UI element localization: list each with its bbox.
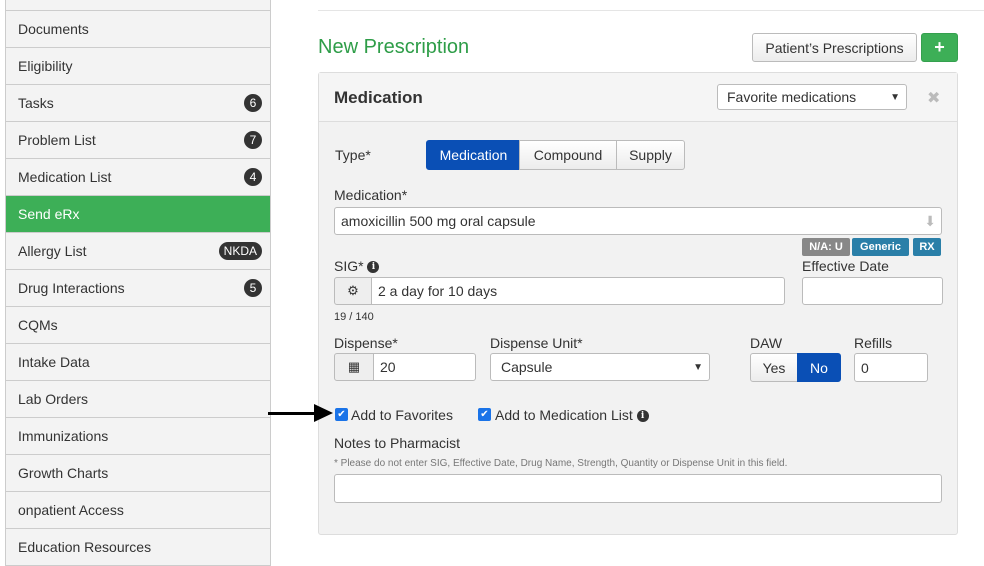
type-medication-button[interactable]: Medication — [426, 140, 521, 170]
sidebar-item-label: Documents — [18, 21, 89, 37]
sidebar-item-label: Immunizations — [18, 428, 109, 444]
refills-label: Refills — [854, 335, 893, 351]
type-compound-button[interactable]: Compound — [519, 140, 617, 170]
sidebar-item[interactable]: Immunizations — [6, 418, 270, 455]
sidebar-item[interactable]: Medication List 4 — [6, 159, 270, 196]
refills-input[interactable]: 0 — [854, 353, 928, 382]
tag-generic: Generic — [852, 238, 909, 256]
count-badge: 5 — [244, 279, 262, 297]
add-prescription-button[interactable]: + — [921, 33, 958, 62]
favorite-medications-select[interactable]: Favorite medications ▼ — [717, 84, 907, 110]
daw-yes-button[interactable]: Yes — [750, 353, 798, 382]
add-favorites-checkbox[interactable]: ✔ — [335, 408, 348, 421]
daw-no-button[interactable]: No — [797, 353, 841, 382]
gear-icon[interactable]: ⚙ — [334, 277, 372, 305]
sidebar-item[interactable]: Education Resources — [6, 529, 270, 566]
sidebar-item-label: Tasks — [18, 95, 54, 111]
sidebar-item[interactable]: Documents — [6, 11, 270, 48]
sidebar-item-label: Drug Interactions — [18, 280, 125, 296]
medication-input[interactable]: amoxicillin 500 mg oral capsule ⬇ — [334, 207, 942, 235]
dispense-unit-value: Capsule — [501, 359, 553, 375]
sidebar-item-label: Lab Orders — [18, 391, 89, 407]
sidebar-item-label: Growth Charts — [18, 465, 109, 481]
tag-rx: RX — [913, 238, 941, 256]
add-favorites-label[interactable]: Add to Favorites — [351, 407, 453, 423]
sig-input[interactable]: 2 a day for 10 days — [371, 277, 785, 305]
dispense-unit-label: Dispense Unit* — [490, 335, 583, 351]
sig-label-text: SIG* — [334, 258, 364, 274]
sidebar-item[interactable]: Send eRx — [6, 196, 270, 233]
sidebar-item-label: Problem List — [18, 132, 96, 148]
sidebar-item[interactable]: Tasks 6 — [6, 85, 270, 122]
daw-label: DAW — [750, 335, 783, 351]
add-medication-list-checkbox[interactable]: ✔ — [478, 408, 491, 421]
sidebar-item[interactable]: Intake Data — [6, 344, 270, 381]
sidebar-item[interactable]: onpatient Access — [6, 492, 270, 529]
arrow-down-icon: ⬇ — [924, 212, 936, 229]
sidebar-item-label: Education Resources — [18, 539, 152, 555]
panel-title: Medication — [334, 88, 423, 107]
chevron-down-icon: ▼ — [890, 91, 900, 103]
count-badge: 4 — [244, 168, 262, 186]
sidebar-item[interactable]: Allergy List NKDA — [6, 233, 270, 270]
notes-label: Notes to Pharmacist — [334, 435, 461, 451]
arrow-pointer — [268, 412, 316, 415]
sidebar-item[interactable]: Eligibility — [6, 48, 270, 85]
type-label: Type* — [335, 147, 371, 163]
notes-textarea[interactable] — [334, 474, 942, 503]
dispense-label: Dispense* — [334, 335, 398, 351]
type-supply-button[interactable]: Supply — [616, 140, 685, 170]
medication-label: Medication* — [334, 187, 408, 203]
patient-prescriptions-button[interactable]: Patient’s Prescriptions — [752, 33, 917, 62]
effective-date-label: Effective Date — [802, 258, 889, 274]
count-badge: 6 — [244, 94, 262, 112]
sidebar-item[interactable]: CQMs — [6, 307, 270, 344]
sidebar-item[interactable]: Growth Charts — [6, 455, 270, 492]
arrow-head — [314, 404, 333, 422]
divider — [318, 10, 984, 11]
sidebar-item-label: Send eRx — [18, 206, 80, 222]
select-value: Favorite medications — [727, 89, 857, 105]
sidebar-item-label: Allergy List — [18, 243, 87, 259]
count-badge: 7 — [244, 131, 262, 149]
dispense-input[interactable]: 20 — [373, 353, 476, 381]
info-icon[interactable]: i — [636, 410, 649, 423]
count-badge: NKDA — [218, 242, 262, 260]
sidebar-item-label: Eligibility — [18, 58, 73, 74]
sidebar-nav: Documents Eligibility Tasks 6 Problem List 7 M… — [5, 0, 271, 566]
tag-na: N/A: U — [802, 238, 850, 256]
calculator-icon[interactable]: ▦ — [334, 353, 374, 381]
effective-date-input[interactable] — [802, 277, 943, 305]
sidebar-item-label: CQMs — [18, 317, 58, 333]
sig-char-count: 19 / 140 — [334, 311, 374, 323]
sidebar-item[interactable] — [6, 0, 270, 11]
info-icon[interactable]: i — [367, 261, 380, 274]
add-medication-list-label[interactable]: Add to Medication List i — [495, 407, 649, 423]
close-icon[interactable]: ✖ — [927, 88, 940, 108]
sidebar-item[interactable]: Problem List 7 — [6, 122, 270, 159]
sidebar-item-label: Intake Data — [18, 354, 90, 370]
sidebar-item[interactable]: Lab Orders — [6, 381, 270, 418]
medication-value: amoxicillin 500 mg oral capsule — [341, 213, 536, 229]
sidebar-item[interactable]: Drug Interactions 5 — [6, 270, 270, 307]
page-title: New Prescription — [318, 36, 470, 58]
notes-hint: * Please do not enter SIG, Effective Dat… — [334, 458, 788, 469]
dispense-unit-select[interactable]: Capsule ▼ — [490, 353, 710, 381]
sidebar-item-label: Medication List — [18, 169, 112, 185]
add-medication-list-text: Add to Medication List — [495, 407, 633, 423]
sidebar-item-label: onpatient Access — [18, 502, 124, 518]
chevron-down-icon: ▼ — [693, 361, 703, 373]
sig-label: SIG* i — [334, 258, 380, 274]
